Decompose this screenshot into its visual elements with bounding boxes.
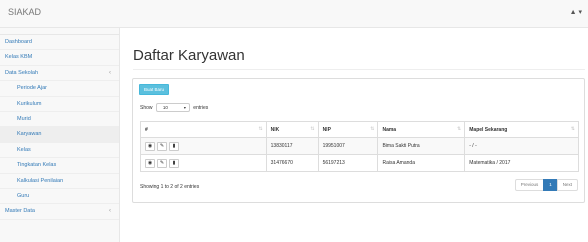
employee-panel: Buat Baru Show 10 ▾ entries # ⇅ NIK ⇅ NIP ⇅… <box>132 78 585 203</box>
sidebar-item-label: Guru <box>17 192 30 199</box>
next-page-button[interactable]: Next <box>556 179 578 191</box>
sidebar-item-dashboard[interactable]: Dashboard <box>0 35 119 51</box>
top-navbar: SIAKAD ▲ ▾ <box>0 0 588 28</box>
sidebar-item-master-data[interactable]: Master Data ‹ <box>0 204 119 220</box>
eye-icon[interactable]: ◉ <box>145 158 155 168</box>
cell-nama: Raisa Amanda <box>377 154 466 172</box>
user-menu-dropdown[interactable]: ▲ ▾ <box>570 8 582 16</box>
column-header-mapel[interactable]: Mapel Sekarang ⇅ <box>464 121 579 138</box>
sort-icon: ⇅ <box>457 126 462 132</box>
page-title: Daftar Karyawan <box>133 47 245 64</box>
entries-length-value: 10 <box>162 105 168 111</box>
sidebar-item-label: Murid <box>17 115 31 122</box>
sort-icon: ⇅ <box>370 126 375 132</box>
sidebar-spacer <box>0 28 119 35</box>
chevron-left-icon: ‹ <box>109 208 111 215</box>
cell-mapel: - / - <box>464 137 579 155</box>
entries-label: entries <box>193 105 209 111</box>
sidebar-item-data-sekolah[interactable]: Data Sekolah ‹ <box>0 66 119 82</box>
entries-length-select[interactable]: 10 ▾ <box>155 103 190 113</box>
column-header-number[interactable]: # ⇅ <box>140 121 267 138</box>
sort-icon: ⇅ <box>570 126 575 132</box>
sidebar: Dashboard Kelas KBM Data Sekolah ‹ Period… <box>0 28 120 242</box>
sidebar-item-label: Master Data <box>5 208 35 215</box>
sidebar-item-label: Kelas <box>17 146 31 153</box>
column-header-nik[interactable]: NIK ⇅ <box>265 121 319 138</box>
page-1-button[interactable]: 1 <box>543 179 558 191</box>
table-row: ◉ ✎ ▮ 13830117 19951007 Bima Sakti Putra -… <box>140 137 579 155</box>
cell-nik: 31476670 <box>265 154 319 172</box>
sidebar-item-kalkulasi-penilaian[interactable]: Kalkulasi Penilaian <box>0 174 119 189</box>
chevron-down-icon: ▾ <box>183 105 186 111</box>
pencil-icon[interactable]: ✎ <box>157 141 167 151</box>
cell-mapel: Matematika / 2017 <box>464 154 579 172</box>
sidebar-item-kelas[interactable]: Kelas <box>0 143 119 159</box>
sidebar-item-periode-ajar[interactable]: Periode Ajar <box>0 81 119 97</box>
column-header-nama[interactable]: Nama ⇅ <box>377 121 466 138</box>
sidebar-item-murid[interactable]: Murid <box>0 112 119 128</box>
length-control: Show 10 ▾ entries <box>140 103 208 113</box>
employee-table: # ⇅ NIK ⇅ NIP ⇅ Nama ⇅ Mapel Sekarang ⇅ ◉ ✎ ▮ 1… <box>140 121 579 172</box>
show-label: Show <box>140 105 153 111</box>
sidebar-item-karyawan[interactable]: Karyawan <box>0 127 119 143</box>
sidebar-item-label: Dashboard <box>5 39 32 45</box>
trash-icon[interactable]: ▮ <box>169 141 179 151</box>
sidebar-item-label: Kelas KBM <box>5 54 33 61</box>
sidebar-item-label: Kurikulum <box>17 100 42 107</box>
sort-icon: ⇅ <box>310 126 315 132</box>
pagination: Previous 1 Next <box>514 179 578 191</box>
trash-icon[interactable]: ▮ <box>169 158 179 168</box>
chevron-left-icon: ‹ <box>109 69 111 76</box>
sidebar-item-label: Data Sekolah <box>5 69 39 76</box>
sidebar-item-label: Periode Ajar <box>17 85 47 92</box>
table-info: Showing 1 to 2 of 2 entries <box>140 184 200 190</box>
add-new-button[interactable]: Buat Baru <box>139 84 170 95</box>
sidebar-item-guru[interactable]: Guru <box>0 189 119 205</box>
column-header-nip[interactable]: NIP ⇅ <box>317 121 379 138</box>
table-header-row: # ⇅ NIK ⇅ NIP ⇅ Nama ⇅ Mapel Sekarang ⇅ <box>140 121 579 138</box>
row-actions: ◉ ✎ ▮ <box>140 137 267 155</box>
sidebar-item-kurikulum[interactable]: Kurikulum <box>0 97 119 112</box>
cell-nik: 13830117 <box>265 137 319 155</box>
cell-nip: 56197213 <box>317 154 379 172</box>
brand-title[interactable]: SIAKAD <box>8 7 41 17</box>
table-row: ◉ ✎ ▮ 31476670 56197213 Raisa Amanda Matem… <box>140 154 579 172</box>
eye-icon[interactable]: ◉ <box>145 141 155 151</box>
sidebar-item-label: Tingkatan Kelas <box>17 162 57 169</box>
pencil-icon[interactable]: ✎ <box>157 158 167 168</box>
row-actions: ◉ ✎ ▮ <box>140 154 267 172</box>
sidebar-item-label: Karyawan <box>17 131 42 138</box>
sidebar-item-label: Kalkulasi Penilaian <box>17 177 64 184</box>
sidebar-item-tingkatan-kelas[interactable]: Tingkatan Kelas <box>0 158 119 174</box>
cell-nama: Bima Sakti Putra <box>377 137 466 155</box>
sidebar-item-kelas-kbm[interactable]: Kelas KBM <box>0 50 119 66</box>
title-divider <box>133 69 585 70</box>
cell-nip: 19951007 <box>317 137 379 155</box>
previous-page-button[interactable]: Previous <box>514 179 545 191</box>
sort-icon: ⇅ <box>258 126 263 132</box>
